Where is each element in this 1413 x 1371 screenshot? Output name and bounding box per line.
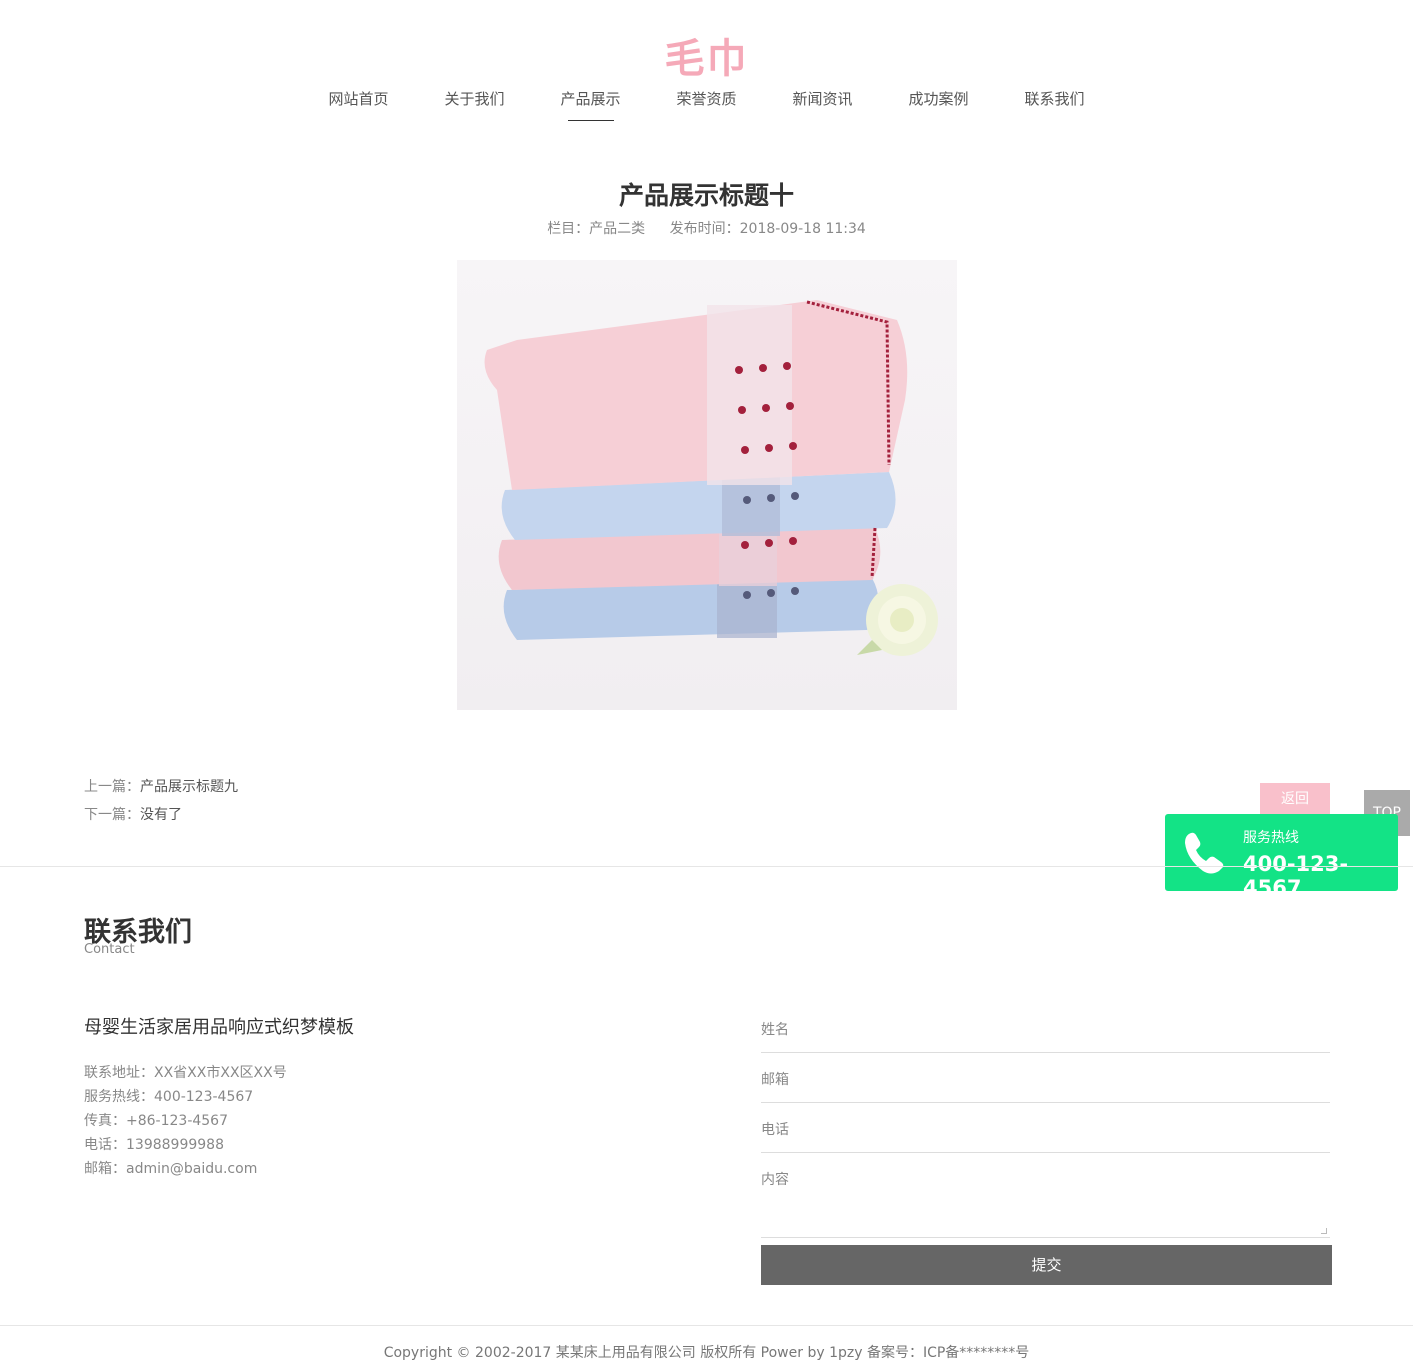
content-textarea[interactable]: 内容 [761, 1169, 1330, 1238]
contact-subheading: Contact [84, 942, 135, 957]
towel-stack-icon [457, 260, 957, 710]
submit-button[interactable]: 提交 [761, 1245, 1332, 1285]
company-name: 母婴生活家居用品响应式织梦模板 [84, 1017, 354, 1038]
name-field[interactable]: 姓名 [761, 1019, 1330, 1053]
article-date: 发布时间：2018-09-18 11:34 [669, 221, 866, 237]
resize-handle-icon[interactable] [1321, 1228, 1327, 1234]
article-meta: 栏目：产品二类 发布时间：2018-09-18 11:34 [0, 218, 1413, 238]
prev-article: 上一篇：产品展示标题九 [84, 776, 238, 796]
contact-fax: 传真：+86-123-4567 [84, 1113, 228, 1129]
hotline-widget[interactable]: 服务热线 400-123-4567 [1165, 814, 1398, 900]
contact-hotline: 服务热线：400-123-4567 [84, 1089, 254, 1105]
main-nav: 网站首页 关于我们 产品展示 荣誉资质 新闻资讯 成功案例 联系我们 [0, 88, 1413, 121]
phone-icon [1185, 832, 1224, 874]
contact-info: 联系地址：XX省XX市XX区XX号 服务热线：400-123-4567 传真：+… [84, 1061, 287, 1181]
product-image [457, 260, 957, 710]
contact-phone: 电话：13988999988 [84, 1137, 224, 1153]
article-category: 栏目：产品二类 [547, 221, 646, 237]
phone-field[interactable]: 电话 [761, 1119, 1330, 1153]
nav-item-products[interactable]: 产品展示 [533, 88, 649, 121]
prev-label: 上一篇： [84, 779, 140, 795]
nav-item-about[interactable]: 关于我们 [417, 88, 533, 119]
content-placeholder: 内容 [761, 1172, 789, 1188]
section-divider [0, 866, 1413, 867]
footer-copyright: Copyright © 2002-2017 某某床上用品有限公司 版权所有 Po… [383, 1345, 1030, 1361]
article-title: 产品展示标题十 [618, 181, 794, 210]
email-field[interactable]: 邮箱 [761, 1069, 1330, 1103]
nav-item-contact[interactable]: 联系我们 [997, 88, 1113, 119]
nav-item-cases[interactable]: 成功案例 [881, 88, 997, 119]
nav-item-honors[interactable]: 荣誉资质 [649, 88, 765, 119]
footer-divider [0, 1325, 1413, 1326]
contact-address: 联系地址：XX省XX市XX区XX号 [84, 1065, 287, 1081]
nav-item-news[interactable]: 新闻资讯 [765, 88, 881, 119]
next-label: 下一篇： [84, 807, 140, 823]
prev-article-link[interactable]: 产品展示标题九 [140, 779, 238, 795]
contact-email: 邮箱：admin@baidu.com [84, 1161, 258, 1177]
hotline-label: 服务热线 [1243, 830, 1299, 846]
next-article-link[interactable]: 没有了 [140, 807, 182, 823]
nav-item-home[interactable]: 网站首页 [301, 88, 417, 119]
next-article: 下一篇：没有了 [84, 804, 182, 824]
site-logo[interactable]: 毛巾 [0, 26, 1413, 84]
back-button[interactable]: 返回 [1260, 783, 1330, 815]
hotline-number: 400-123-4567 [1243, 852, 1349, 900]
